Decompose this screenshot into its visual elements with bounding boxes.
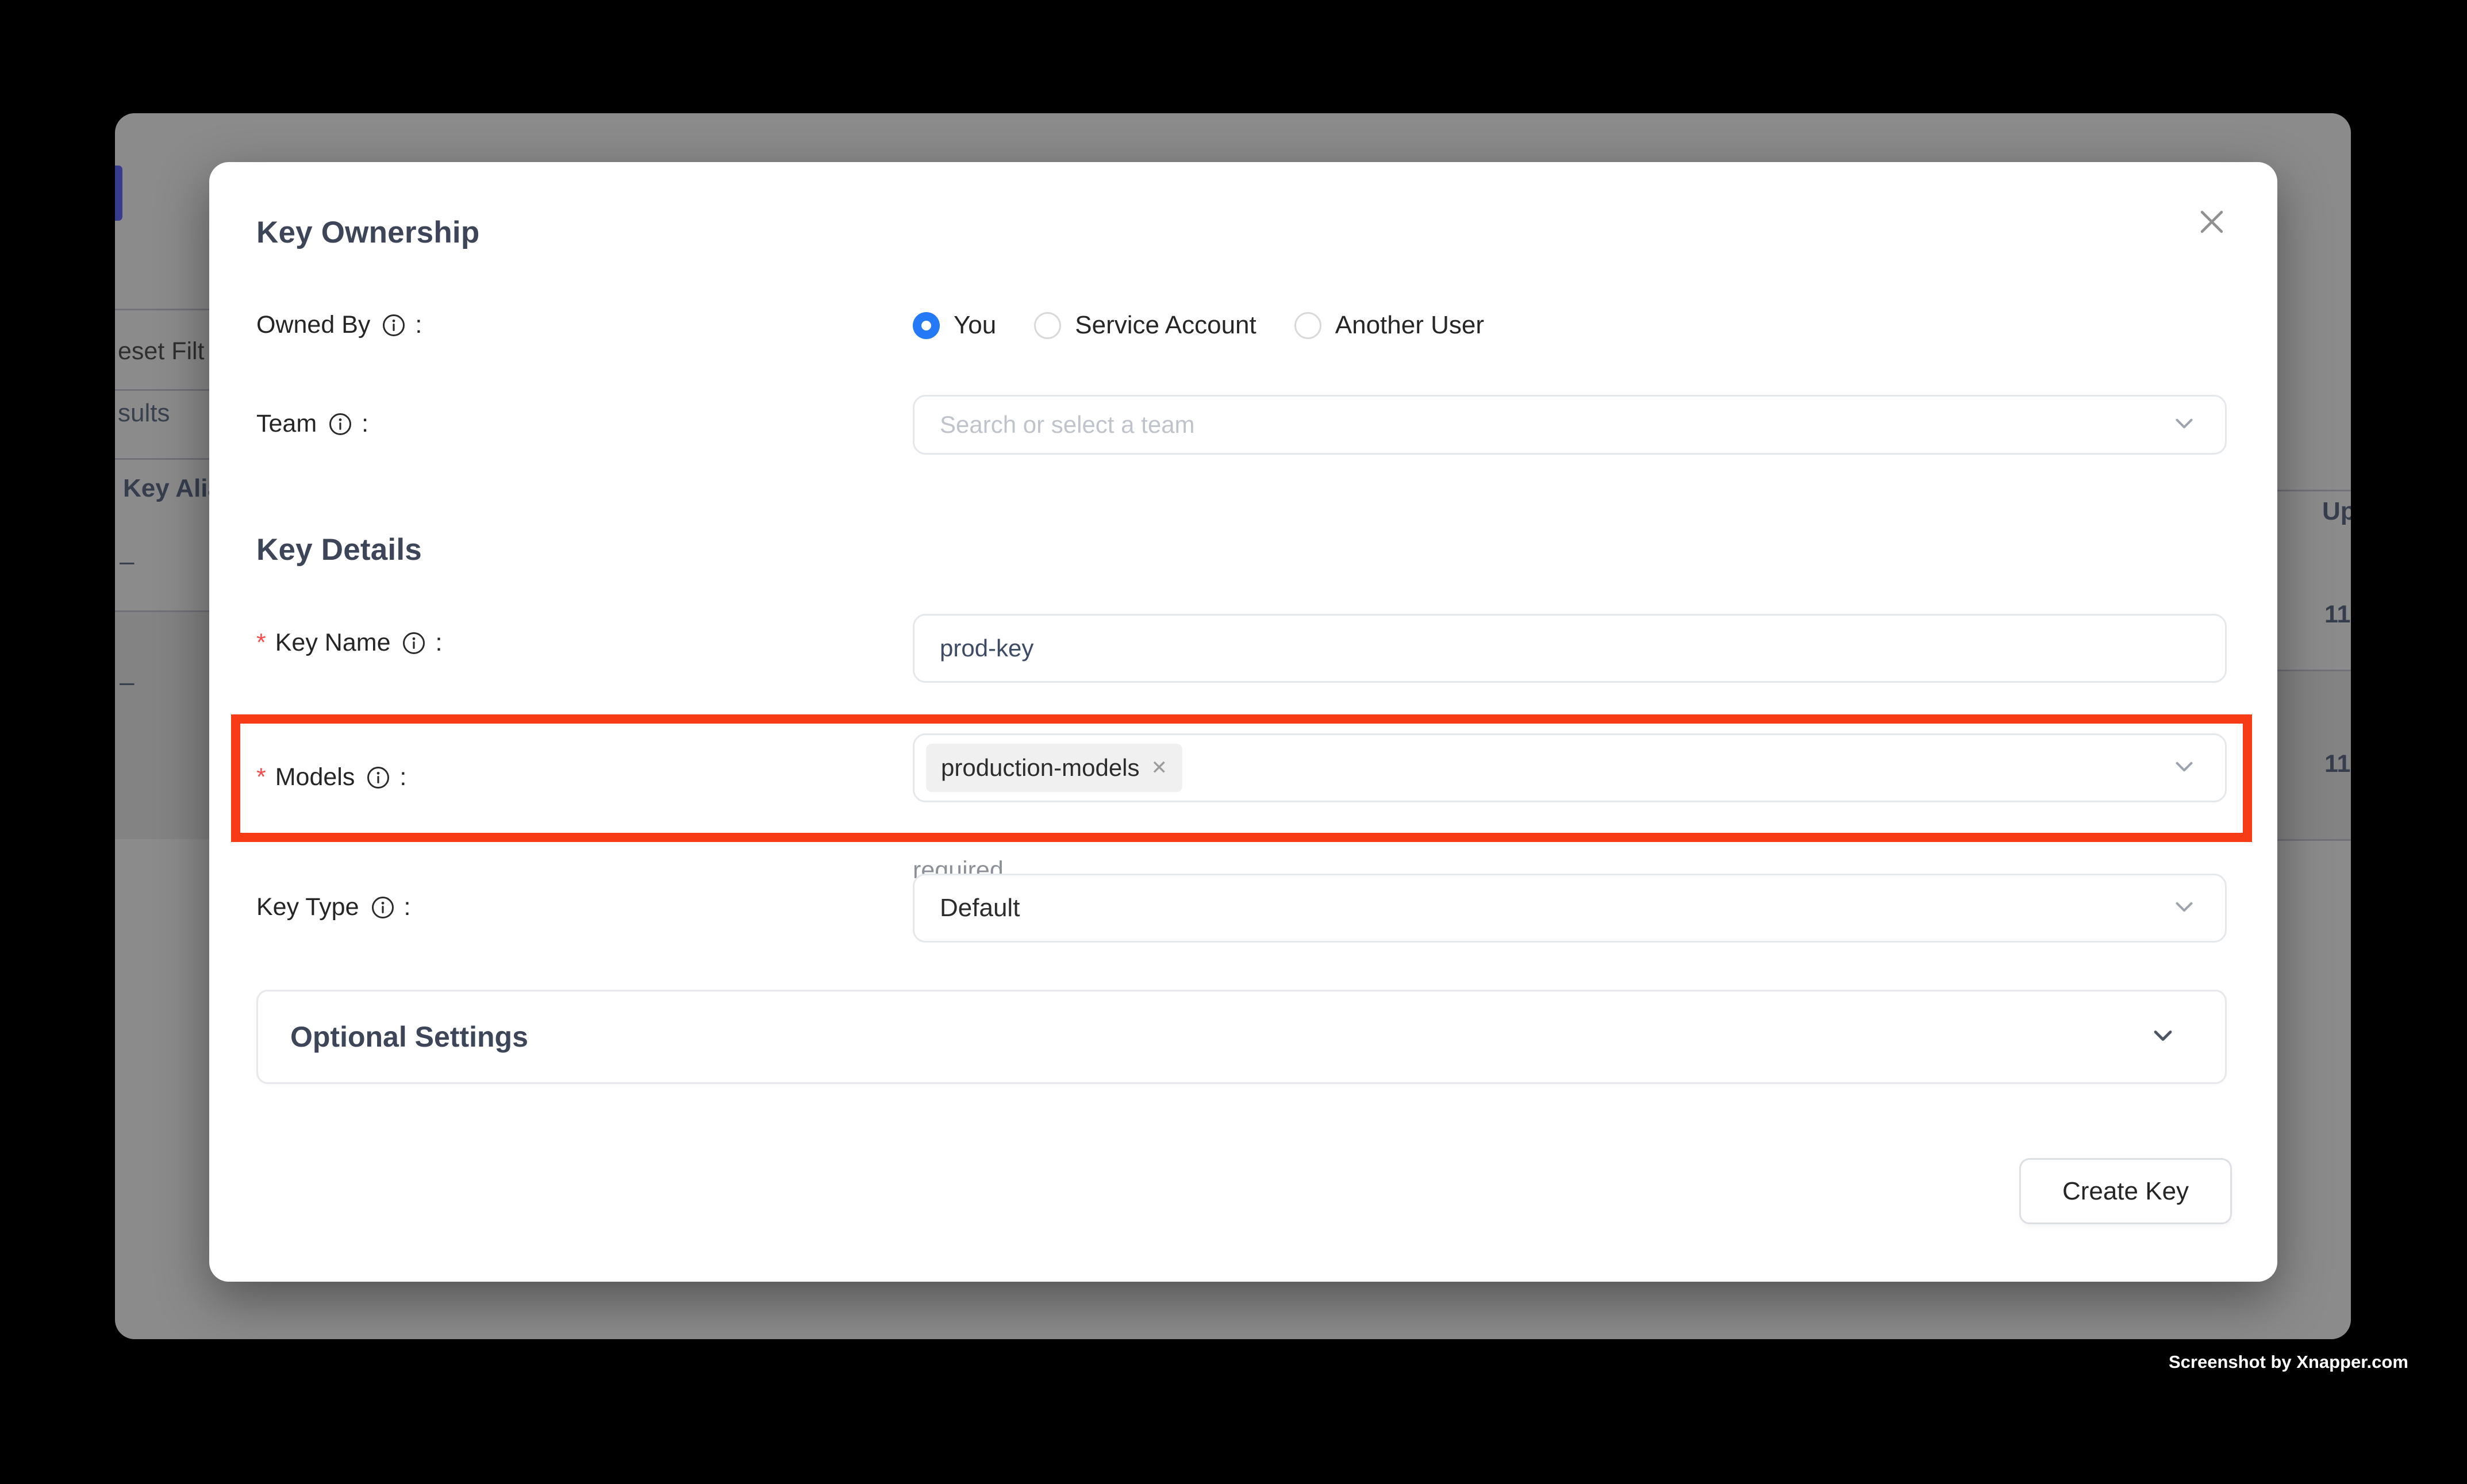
background-divider xyxy=(2277,670,2351,671)
required-asterisk: * xyxy=(256,629,266,657)
table-row: – xyxy=(120,545,135,576)
results-count-partial: sults xyxy=(118,399,170,428)
key-type-label-text: Key Type xyxy=(256,893,359,921)
info-icon[interactable] xyxy=(382,313,406,337)
reset-filters-button-partial[interactable]: eset Filt xyxy=(118,337,205,366)
section-title-key-ownership: Key Ownership xyxy=(256,215,479,250)
create-key-modal: Key Ownership Owned By : You Service Acc… xyxy=(209,162,2277,1282)
models-label-text: Models xyxy=(275,763,355,791)
screenshot-stage: eset Filt sults Key Alia Up – 11/ – 11/ … xyxy=(0,0,2467,1484)
background-button-sliver xyxy=(115,166,122,221)
background-divider xyxy=(115,458,213,460)
create-key-button[interactable]: Create Key xyxy=(2019,1158,2232,1224)
colon: : xyxy=(435,629,442,657)
radio-unselected[interactable] xyxy=(1034,312,1061,339)
optional-settings-title: Optional Settings xyxy=(290,1020,528,1054)
colon: : xyxy=(362,410,368,438)
key-name-input[interactable] xyxy=(914,635,1963,662)
radio-option-another-user[interactable]: Another User xyxy=(1294,311,1484,340)
radio-option-service-account[interactable]: Service Account xyxy=(1034,311,1256,340)
column-header-key-alias: Key Alia xyxy=(123,474,222,503)
models-label: * Models : xyxy=(256,763,406,791)
radio-label: Service Account xyxy=(1075,311,1256,340)
radio-selected[interactable] xyxy=(913,312,940,339)
team-select[interactable] xyxy=(913,395,2227,455)
radio-unselected[interactable] xyxy=(1294,312,1321,339)
owned-by-label: Owned By : xyxy=(256,311,422,339)
key-name-field[interactable] xyxy=(913,614,2227,683)
key-type-select[interactable]: Default xyxy=(913,874,2227,943)
info-icon[interactable] xyxy=(371,895,395,920)
optional-settings-accordion[interactable]: Optional Settings xyxy=(256,990,2227,1084)
colon: : xyxy=(399,763,406,791)
colon: : xyxy=(404,893,411,921)
team-label-text: Team xyxy=(256,410,317,438)
radio-option-you[interactable]: You xyxy=(913,311,996,340)
close-button[interactable] xyxy=(2191,201,2232,243)
key-type-label: Key Type : xyxy=(256,893,410,921)
models-select[interactable]: production-models ✕ xyxy=(913,733,2227,802)
background-row-shade-left xyxy=(115,610,213,839)
table-row: 11/ xyxy=(2324,601,2351,629)
owned-by-label-text: Owned By xyxy=(256,311,370,339)
key-name-label-text: Key Name xyxy=(275,629,391,657)
model-tag-label: production-models xyxy=(941,754,1140,782)
watermark-text: Screenshot by Xnapper.com xyxy=(2169,1352,2408,1372)
info-icon[interactable] xyxy=(328,412,352,436)
info-icon[interactable] xyxy=(402,631,426,655)
colon: : xyxy=(415,311,422,339)
background-divider xyxy=(115,610,213,612)
chevron-down-icon xyxy=(2171,410,2197,440)
info-icon[interactable] xyxy=(366,766,390,790)
selected-model-tag: production-models ✕ xyxy=(926,744,1182,792)
background-divider xyxy=(2277,839,2351,841)
radio-label: You xyxy=(954,311,996,340)
chevron-down-icon xyxy=(2171,894,2197,923)
background-divider xyxy=(115,309,213,310)
chevron-down-icon xyxy=(2171,753,2197,783)
owned-by-radio-group: You Service Account Another User xyxy=(913,298,1484,353)
team-label: Team : xyxy=(256,410,368,438)
remove-tag-icon[interactable]: ✕ xyxy=(1151,758,1168,778)
key-name-label: * Key Name : xyxy=(256,629,442,657)
key-type-selected-value: Default xyxy=(914,894,1020,922)
table-row: 11/ xyxy=(2324,750,2351,778)
column-header-updated: Up xyxy=(2322,497,2351,526)
radio-label: Another User xyxy=(1335,311,1484,340)
team-select-input[interactable] xyxy=(914,411,1963,439)
background-divider xyxy=(2277,490,2351,491)
close-icon xyxy=(2195,205,2228,239)
chevron-down-icon xyxy=(2149,1022,2177,1052)
section-title-key-details: Key Details xyxy=(256,532,422,567)
background-divider xyxy=(115,389,213,391)
table-row: – xyxy=(120,666,135,697)
required-asterisk: * xyxy=(256,763,266,791)
